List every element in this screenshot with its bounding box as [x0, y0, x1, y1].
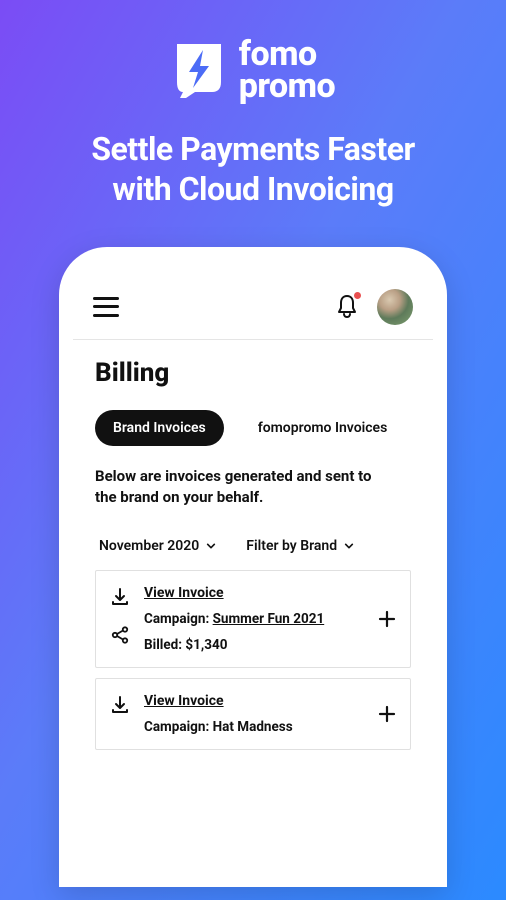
campaign-label: Campaign: [144, 719, 205, 735]
view-invoice-link[interactable]: View Invoice: [144, 585, 396, 601]
brand-line2: promo: [239, 70, 335, 102]
card-body: View Invoice Campaign: Summer Fun 2021 B…: [144, 585, 396, 653]
phone-notch: [173, 247, 333, 273]
date-filter[interactable]: November 2020: [99, 538, 216, 554]
brand-logo: fomo promo: [171, 38, 335, 103]
plus-icon: [378, 610, 396, 628]
download-icon: [110, 587, 130, 607]
campaign-line: Campaign: Summer Fun 2021: [144, 611, 396, 627]
topbar-right: [335, 289, 413, 325]
tab-brand-invoices[interactable]: Brand Invoices: [95, 410, 224, 446]
date-filter-label: November 2020: [99, 538, 199, 554]
view-invoice-link[interactable]: View Invoice: [144, 693, 396, 709]
download-icon: [110, 695, 130, 715]
promo-background: fomo promo Settle Payments Faster with C…: [0, 0, 506, 900]
phone-frame: Billing Brand Invoices fomopromo Invoice…: [59, 247, 447, 887]
tab-label: fomopromo Invoices: [258, 420, 388, 436]
billed-line: Billed: $1,340: [144, 637, 396, 653]
card-icon-column: [110, 693, 130, 715]
card-icon-column: [110, 585, 130, 645]
chevron-down-icon: [344, 541, 354, 551]
invoice-card: View Invoice Campaign: Hat Madness: [95, 678, 411, 750]
avatar[interactable]: [377, 289, 413, 325]
share-icon: [110, 625, 130, 645]
brand-name: fomo promo: [239, 38, 335, 103]
tab-fomopromo-invoices[interactable]: fomopromo Invoices: [240, 410, 406, 446]
phone-mockup: Billing Brand Invoices fomopromo Invoice…: [59, 247, 447, 887]
campaign-name: Hat Madness: [213, 719, 293, 735]
invoice-card: View Invoice Campaign: Summer Fun 2021 B…: [95, 570, 411, 668]
chevron-down-icon: [206, 541, 216, 551]
filter-row: November 2020 Filter by Brand: [95, 538, 411, 554]
billed-label: Billed: [144, 637, 178, 653]
brand-filter[interactable]: Filter by Brand: [246, 538, 354, 554]
bolt-badge-icon: [171, 42, 227, 98]
notifications-button[interactable]: [335, 294, 359, 320]
download-button[interactable]: [110, 587, 130, 607]
page-title: Billing: [95, 358, 411, 388]
plus-icon: [378, 705, 396, 723]
billed-value: $1,340: [185, 637, 227, 653]
menu-icon[interactable]: [93, 297, 119, 317]
notification-dot: [354, 292, 361, 299]
brand-filter-label: Filter by Brand: [246, 538, 337, 554]
app-screen: Billing Brand Invoices fomopromo Invoice…: [73, 261, 433, 873]
invoice-tabs: Brand Invoices fomopromo Invoices: [95, 410, 411, 446]
headline-line2: with Cloud Invoicing: [91, 169, 414, 209]
campaign-name[interactable]: Summer Fun 2021: [213, 611, 325, 627]
headline-line1: Settle Payments Faster: [91, 129, 414, 169]
card-body: View Invoice Campaign: Hat Madness: [144, 693, 396, 735]
campaign-line: Campaign: Hat Madness: [144, 719, 396, 735]
tab-description: Below are invoices generated and sent to…: [95, 466, 395, 508]
share-button[interactable]: [110, 625, 130, 645]
promo-headline: Settle Payments Faster with Cloud Invoic…: [91, 129, 414, 209]
campaign-label: Campaign: [144, 611, 205, 627]
tab-label: Brand Invoices: [113, 420, 206, 436]
download-button[interactable]: [110, 695, 130, 715]
expand-button[interactable]: [378, 610, 396, 628]
expand-button[interactable]: [378, 705, 396, 723]
content-area: Billing Brand Invoices fomopromo Invoice…: [73, 340, 433, 873]
